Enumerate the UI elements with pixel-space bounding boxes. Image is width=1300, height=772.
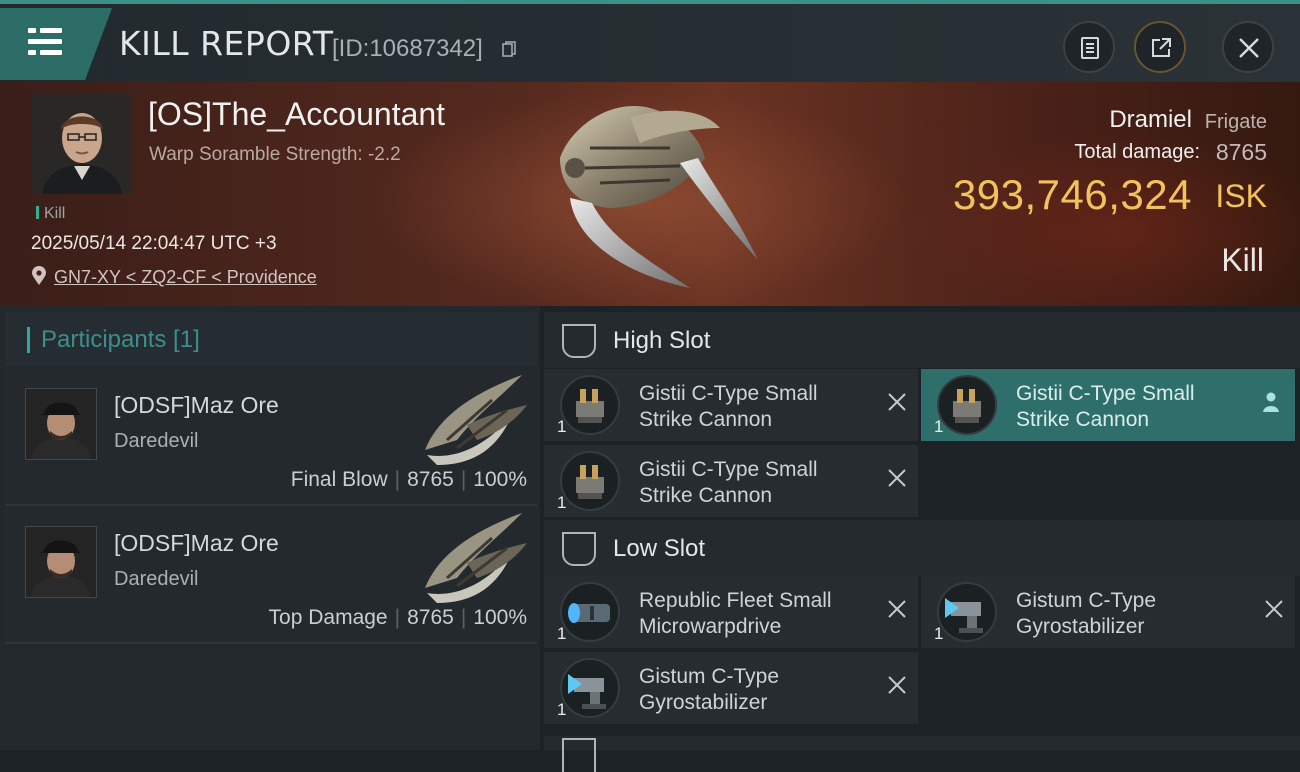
- person-icon: [1263, 392, 1279, 412]
- module-name: Gistii C-Type Small Strike Cannon: [639, 458, 818, 507]
- module-name: Republic Fleet Small Microwarpdrive: [639, 589, 832, 638]
- victim-ship-class: Frigate: [1204, 111, 1267, 133]
- victim-name[interactable]: [OS]The_Accountant: [148, 96, 445, 133]
- destroyed-x-icon: [888, 600, 906, 618]
- cannon-icon: [560, 451, 620, 511]
- attacker-percent: 100%: [473, 606, 527, 629]
- kill-timestamp: 2025/05/14 22:04:47 UTC +3: [31, 233, 277, 254]
- participant-row[interactable]: [ODSF]Maz Ore Daredevil Final Blow | 8765 |…: [5, 368, 537, 506]
- attacker-ship: Daredevil: [114, 568, 199, 590]
- gyrostabilizer-icon: [937, 582, 997, 642]
- cannon-icon: [937, 375, 997, 435]
- menu-button[interactable]: [0, 8, 112, 80]
- attacker-ship: Daredevil: [114, 430, 199, 452]
- next-slot-header: [544, 736, 1300, 772]
- header-bar: KILL REPORT [ID:10687342]: [0, 4, 1300, 82]
- attacker-portrait[interactable]: [25, 526, 97, 598]
- destroyed-x-icon: [1265, 600, 1283, 618]
- high-slot-header: High Slot: [544, 312, 1300, 368]
- module-item[interactable]: 1 Gistii C-Type Small Strike Cannon: [544, 369, 918, 441]
- microwarpdrive-icon: [560, 582, 620, 642]
- low-slot-header: Low Slot: [544, 520, 1300, 576]
- attacker-ship-image[interactable]: [417, 370, 529, 472]
- module-quantity: 1: [557, 417, 567, 436]
- attacker-ship-image[interactable]: [417, 508, 529, 610]
- high-slot-icon: [562, 324, 596, 358]
- destroyed-x-icon: [888, 393, 906, 411]
- victim-ship-name[interactable]: Dramiel: [1109, 106, 1192, 134]
- attacker-role: Final Blow: [290, 468, 388, 491]
- victim-portrait[interactable]: [32, 94, 132, 194]
- total-damage-value: 8765: [1215, 139, 1267, 165]
- destroyed-x-icon: [888, 469, 906, 487]
- module-name: Gistum C-Type Gyrostabilizer: [639, 665, 780, 714]
- module-name: Gistum C-Type Gyrostabilizer: [1016, 589, 1157, 638]
- module-item[interactable]: 1 Gistii C-Type Small Strike Cannon: [544, 445, 918, 517]
- module-quantity: 1: [557, 493, 567, 512]
- warp-scramble-strength: Warp Soramble Strength: -2.2: [149, 144, 401, 165]
- share-button[interactable]: [1134, 21, 1186, 73]
- location-pin-icon: [32, 266, 46, 285]
- fitting-panel: High Slot 1 Gistii C-Type Small Strike Ca…: [540, 306, 1300, 772]
- module-item[interactable]: 1 Gistii C-Type Small Strike Cannon: [921, 369, 1295, 441]
- gyrostabilizer-icon: [560, 658, 620, 718]
- low-slot-icon: [562, 532, 596, 566]
- participants-header: Participants [1]: [5, 312, 537, 366]
- module-name: Gistii C-Type Small Strike Cannon: [639, 382, 818, 431]
- header-accent-bar: [27, 327, 30, 353]
- high-slot-title: High Slot: [613, 327, 711, 354]
- low-slot-title: Low Slot: [613, 535, 706, 562]
- attacker-damage: 8765: [407, 468, 454, 491]
- close-icon: [1239, 38, 1259, 58]
- isk-unit: ISK: [1215, 178, 1267, 214]
- destroyed-x-icon: [888, 676, 906, 694]
- module-item[interactable]: 1 Gistum C-Type Gyrostabilizer: [921, 576, 1295, 648]
- result-label: Kill: [1221, 242, 1264, 278]
- victim-banner: [OS]The_Accountant Warp Soramble Strengt…: [0, 82, 1300, 306]
- clipboard-icon: [1081, 37, 1099, 59]
- module-item[interactable]: 1 Gistum C-Type Gyrostabilizer: [544, 652, 918, 724]
- module-quantity: 1: [934, 417, 944, 436]
- attacker-portrait[interactable]: [25, 388, 97, 460]
- attacker-stats: Top Damage | 8765 | 100%: [268, 606, 527, 629]
- share-icon: [1152, 38, 1171, 57]
- module-name: Gistii C-Type Small Strike Cannon: [1016, 382, 1195, 431]
- mid-slot-icon: [562, 738, 596, 772]
- attacker-name[interactable]: [ODSF]Maz Ore: [114, 530, 279, 557]
- isk-value: 393,746,324: [952, 171, 1192, 218]
- attacker-role: Top Damage: [268, 606, 388, 629]
- participant-row[interactable]: [ODSF]Maz Ore Daredevil Top Damage | 8765 |…: [5, 506, 537, 644]
- total-damage-label: Total damage:: [1074, 141, 1200, 163]
- module-quantity: 1: [934, 624, 944, 643]
- report-id: [ID:10687342]: [332, 35, 483, 62]
- module-quantity: 1: [557, 624, 567, 643]
- notes-button[interactable]: [1063, 21, 1115, 73]
- attacker-name[interactable]: [ODSF]Maz Ore: [114, 392, 279, 419]
- attacker-stats: Final Blow | 8765 | 100%: [290, 468, 527, 491]
- copy-icon[interactable]: [502, 41, 516, 58]
- page-title: KILL REPORT: [119, 24, 334, 63]
- module-quantity: 1: [557, 700, 567, 719]
- hamburger-icon: [28, 28, 62, 56]
- close-button[interactable]: [1222, 21, 1274, 73]
- kill-tag: Kill: [36, 205, 65, 223]
- module-item[interactable]: 1 Republic Fleet Small Microwarpdrive: [544, 576, 918, 648]
- attacker-damage: 8765: [407, 606, 454, 629]
- victim-ship-image[interactable]: [530, 88, 770, 298]
- attacker-percent: 100%: [473, 468, 527, 491]
- location-link[interactable]: GN7-XY < ZQ2-CF < Providence: [54, 267, 317, 288]
- participants-panel: Participants [1] [ODSF]Maz Ore Daredevil…: [0, 306, 540, 750]
- cannon-icon: [560, 375, 620, 435]
- participants-title: Participants [1]: [41, 326, 200, 353]
